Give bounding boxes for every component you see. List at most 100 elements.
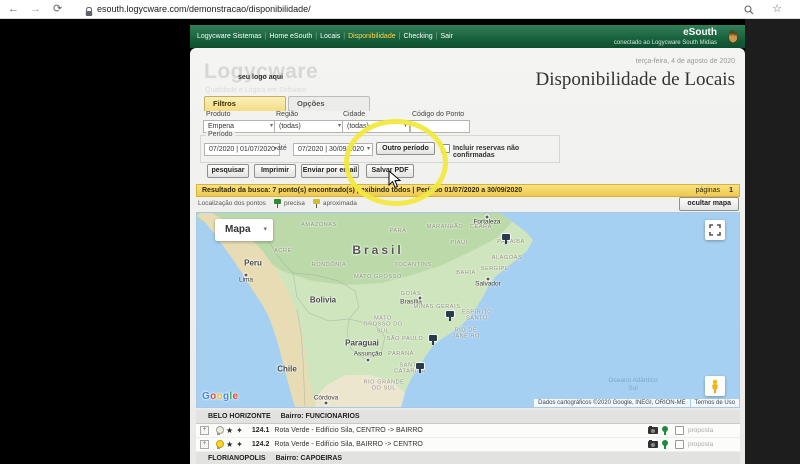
- current-date: terça-feira, 4 de agosto de 2020: [636, 58, 735, 65]
- map-label: Paraguai: [345, 339, 379, 348]
- fullscreen-button[interactable]: [705, 220, 725, 240]
- location-pin-icon[interactable]: [662, 426, 668, 435]
- padlock-icon: [85, 4, 93, 22]
- chevron-down-icon: ▾: [263, 219, 267, 241]
- nav-item-home-esouth[interactable]: Home eSouth: [269, 33, 312, 40]
- map-attribution: Dados cartográficos ©2020 Google, INEGI,…: [534, 399, 739, 407]
- bookmark-star-icon[interactable]: ☆: [772, 1, 782, 17]
- map-city-dot: [418, 296, 423, 301]
- nav-item-sair[interactable]: Sair: [440, 33, 452, 40]
- map-label: Brasil: [352, 243, 403, 257]
- cidade-label: Cidade: [343, 111, 365, 118]
- reservas-checkbox-label: Incluir reservas não confirmadas: [453, 145, 559, 159]
- map-city-dot: [485, 215, 490, 220]
- map-marker-pin[interactable]: [416, 363, 424, 373]
- expand-button[interactable]: +: [200, 440, 209, 449]
- nav-item-logycware-sistemas[interactable]: Logycware Sistemas: [197, 33, 262, 40]
- nav-separator: |: [343, 33, 345, 40]
- point-description: Rota Verde - Edifício Sila, CENTRO -> BA…: [274, 427, 422, 434]
- periodo-label: Período: [206, 131, 235, 138]
- map-label: MINAS GERAIS: [414, 304, 461, 310]
- list-item: +★✦124.2Rota Verde - Edifício Sila, BAIR…: [196, 438, 740, 452]
- highlight-circle-annotation: [344, 119, 448, 206]
- tab-filtros[interactable]: Filtros: [204, 96, 286, 111]
- logo-tagline: Qualidade e Lógica em Software: [205, 87, 307, 94]
- map-label: Peru: [244, 259, 262, 268]
- map-label: AMAZONAS: [301, 222, 337, 228]
- map-marker-pin[interactable]: [446, 311, 454, 321]
- precise-marker-icon: [274, 199, 281, 208]
- browser-reload-icon[interactable]: ⟳: [53, 1, 62, 17]
- proposta-checkbox[interactable]: [675, 426, 684, 435]
- map-marker-pin[interactable]: [502, 234, 510, 244]
- page-number[interactable]: 1: [729, 187, 733, 194]
- map-label: Bolivia: [310, 296, 336, 305]
- brand-block: eSouth conectado ao Logycware South Midi…: [614, 27, 717, 47]
- map-label: RIO DE JANEIRO: [444, 328, 488, 341]
- map-type-value: Mapa: [225, 224, 251, 235]
- expand-button[interactable]: +: [200, 426, 209, 435]
- row-actions: proposta: [648, 438, 716, 451]
- terms-link[interactable]: Termos de Uso: [691, 399, 739, 407]
- map-label: MARANHÃO: [427, 224, 464, 230]
- periodo-from-select[interactable]: 07/2020 | 01/07/2020 ▾: [204, 143, 280, 156]
- map-legend: Localização dos pontos precisa aproximad…: [198, 199, 357, 208]
- logo-overlay-text: seu logo aqui: [238, 74, 283, 81]
- camera-icon[interactable]: [648, 427, 658, 434]
- map-label: ALAGOAS: [492, 255, 523, 261]
- screen: ← → ⟳ esouth.logycware.com/demonstracao/…: [0, 0, 800, 464]
- bulb-icon: [215, 440, 222, 449]
- map-label: SANTA CATARINA: [388, 363, 432, 376]
- pagination: páginas1: [696, 187, 739, 194]
- group-bairro: Bairro: FUNCIONARIOS: [281, 413, 360, 420]
- map-marker-pin[interactable]: [429, 335, 437, 345]
- map-label: Oceano Atlântico Sul: [603, 377, 663, 393]
- map-label: ESPÍRITO SANTO: [455, 310, 499, 323]
- map-city-dot: [324, 401, 329, 406]
- ocultar-mapa-button[interactable]: ocultar mapa: [679, 197, 739, 211]
- group-header: BELO HORIZONTE Bairro: FUNCIONARIOS: [196, 410, 740, 424]
- map-label: PARANÁ: [388, 351, 414, 357]
- map-city-dot: [366, 358, 371, 363]
- nav-item-locais[interactable]: Locais: [320, 33, 340, 40]
- legend-title: Localização dos pontos: [198, 200, 266, 207]
- map-label: Chile: [277, 365, 297, 374]
- map-type-control[interactable]: Mapa ▾: [215, 219, 273, 241]
- compass-icon: ✦: [236, 427, 243, 435]
- location-pin-icon[interactable]: [662, 440, 668, 449]
- nav-separator: |: [399, 33, 401, 40]
- map-label: TOCANTINS: [394, 262, 431, 268]
- group-city: BELO HORIZONTE: [208, 413, 271, 420]
- group-bairro: Bairro: CAPOEIRAS: [276, 455, 343, 462]
- imprimir-button[interactable]: Imprimir: [254, 164, 296, 178]
- map-label: SÃO PAULO: [387, 336, 424, 342]
- camera-icon[interactable]: [648, 441, 658, 448]
- map-label: Fortaleza: [473, 219, 500, 226]
- regiao-select[interactable]: (todas) ▾: [274, 120, 344, 133]
- app-navbar: Logycware Sistemas|Home eSouth|Locais|Di…: [190, 25, 745, 48]
- map-label: MATO GROSSO DO SUL: [361, 316, 405, 335]
- google-map[interactable]: AMAZONASPARÁMARANHÃOCEARÁFortalezaPIAUÍA…: [196, 212, 740, 408]
- browser-back-icon[interactable]: ←: [8, 1, 19, 17]
- point-description: Rota Verde - Edifício Sila, BAIRRO -> CE…: [274, 441, 422, 448]
- brand-subtitle: conectado ao Logycware South Midias: [614, 40, 717, 48]
- tab-opcoes[interactable]: Opções: [288, 96, 370, 111]
- search-icon[interactable]: [744, 1, 754, 20]
- pesquisar-button[interactable]: pesquisar: [207, 164, 249, 178]
- group-header: FLORIANOPOLISBairro: CAPOEIRAS: [196, 452, 740, 464]
- brand-name: eSouth: [614, 27, 717, 40]
- nav-item-disponibilidade[interactable]: Disponibilidade: [348, 33, 395, 40]
- proposta-checkbox[interactable]: [675, 440, 684, 449]
- produto-label: Produto: [206, 111, 231, 118]
- proposta-label: proposta: [688, 441, 716, 448]
- browser-forward-icon[interactable]: →: [30, 1, 41, 17]
- nav-item-checking[interactable]: Checking: [403, 33, 432, 40]
- map-label: BAHIA: [456, 270, 476, 276]
- point-code: 124.1: [252, 427, 270, 434]
- pegman-streetview[interactable]: [705, 376, 725, 396]
- map-label: Lima: [239, 277, 253, 284]
- address-bar[interactable]: esouth.logycware.com/demonstracao/dispon…: [97, 0, 311, 18]
- legend-approx-label: aproximada: [323, 200, 357, 207]
- chevron-down-icon: ▾: [270, 121, 273, 132]
- nav-separator: |: [265, 33, 267, 40]
